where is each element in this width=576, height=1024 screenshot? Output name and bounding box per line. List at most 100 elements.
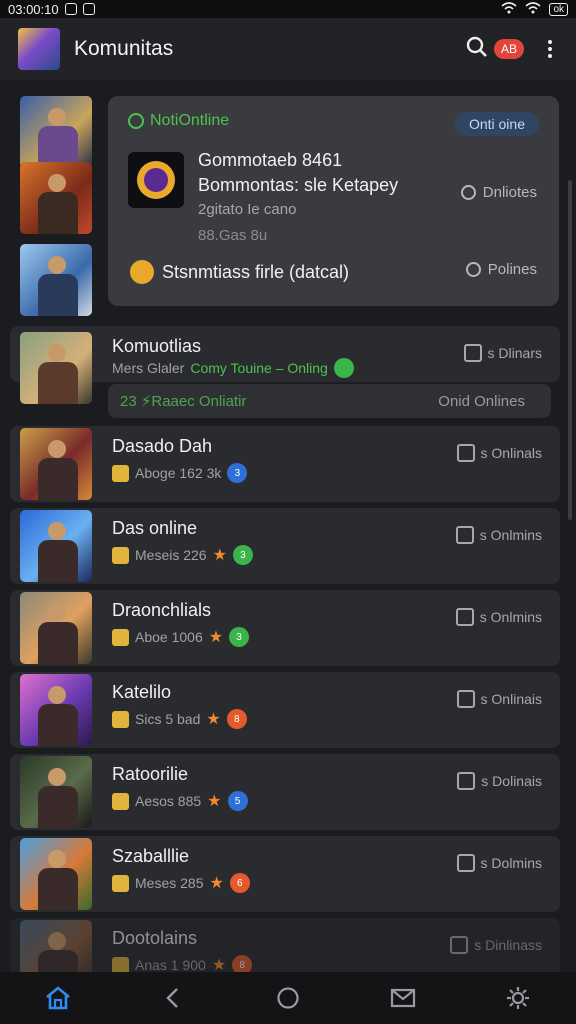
community-name: Draonchlials — [112, 600, 212, 620]
status-time: 03:00:10 — [8, 1, 59, 17]
checkbox-icon[interactable] — [450, 936, 469, 954]
community-meta: Mers Glaler Comy Touine – Onling — [112, 358, 354, 378]
star-icon: ★ — [207, 793, 222, 810]
list-item[interactable]: Katelilo Sics 5 bad ★ 8 s Onlinais — [10, 672, 560, 748]
list-item[interactable]: Komuotlias Mers Glaler Comy Touine – Onl… — [10, 326, 560, 382]
page-title: Komunitas — [74, 37, 174, 60]
tag-icon — [112, 628, 129, 646]
app-bar: Komunitas AB — [0, 18, 576, 80]
game-thumbnail[interactable] — [20, 96, 92, 168]
game-thumbnail[interactable] — [20, 838, 92, 910]
checkbox-icon[interactable] — [456, 854, 475, 872]
bottom-navigation — [0, 972, 576, 1024]
featured-polines: Polines — [465, 261, 537, 278]
community-list: NotiOntline Onti oine Gommotaeb 8461 Bom… — [0, 80, 576, 972]
community-name: Komuotlias — [112, 336, 202, 356]
online-ring-icon — [128, 113, 144, 129]
game-thumbnail[interactable] — [20, 674, 92, 746]
game-thumbnail[interactable] — [20, 428, 92, 500]
home-icon[interactable] — [38, 978, 78, 1018]
back-icon[interactable] — [153, 978, 193, 1018]
community-meta: Meseis 226 ★ 3 — [112, 545, 253, 565]
status-bar: 03:00:10 ok — [0, 0, 576, 18]
status-badge: 3 — [232, 545, 253, 565]
featured-community-card[interactable]: NotiOntline Onti oine Gommotaeb 8461 Bom… — [108, 96, 559, 306]
clock-icon — [460, 185, 476, 200]
home-circle-icon[interactable] — [268, 978, 308, 1018]
featured-subtitle: Bommontas: sle Ketapey — [198, 175, 399, 195]
tag-icon — [112, 874, 129, 892]
online-status: NotiOntline — [128, 112, 229, 130]
status-badge: 8 — [232, 955, 253, 972]
community-meta: Sics 5 bad ★ 8 — [112, 709, 247, 729]
sub-status-bar[interactable]: 23 ⚡Raaec Onliatir Onid Onlines — [108, 384, 551, 418]
tag-icon — [112, 546, 129, 564]
coin-icon — [130, 260, 154, 284]
game-thumbnail[interactable] — [20, 756, 92, 828]
list-item[interactable]: Szaballlie Meses 285 ★ 6 s Dolmins — [10, 836, 560, 912]
star-icon: ★ — [209, 875, 224, 892]
wifi-icon-2 — [525, 1, 541, 17]
star-icon: ★ — [208, 629, 224, 646]
game-thumbnail[interactable] — [20, 332, 92, 404]
game-thumbnail[interactable] — [20, 244, 92, 316]
inbox-icon[interactable] — [383, 978, 423, 1018]
checkbox-icon[interactable] — [457, 772, 476, 790]
community-meta: Aboge 162 3k 3 — [112, 463, 248, 483]
checkbox-icon[interactable] — [455, 526, 474, 544]
game-thumbnail[interactable] — [20, 510, 92, 582]
community-name: Dootolains — [112, 928, 198, 948]
community-name: Szaballlie — [112, 846, 190, 866]
tag-icon — [112, 792, 129, 810]
status-badge: 3 — [227, 463, 248, 483]
checkbox-icon[interactable] — [456, 444, 475, 462]
tag-icon — [112, 956, 129, 972]
clock-icon — [465, 262, 481, 277]
featured-online-count: Dnliotes — [460, 184, 537, 201]
battery-icon: ok — [549, 2, 568, 16]
tag-icon — [112, 464, 129, 482]
status-badge: 5 — [227, 791, 248, 811]
community-name: Dasado Dah — [112, 436, 213, 456]
app-status-icon — [82, 3, 95, 15]
search-icon[interactable] — [466, 36, 488, 63]
status-badge: 3 — [229, 627, 250, 647]
checkbox-icon[interactable] — [463, 344, 482, 362]
game-thumbnail[interactable] — [20, 592, 92, 664]
star-icon: ★ — [211, 957, 227, 972]
community-meta: Anas 1 900 ★ 8 — [112, 955, 253, 972]
game-thumbnail[interactable] — [20, 920, 92, 972]
online-count: s Dlinars — [463, 344, 542, 362]
online-pill[interactable]: Onti oine — [454, 112, 539, 136]
list-item[interactable]: Dootolains Anas 1 900 ★ 8 s Dinlinass — [10, 918, 560, 972]
community-meta: Meses 285 ★ 6 — [112, 873, 250, 893]
community-meta: Aesos 885 ★ 5 — [112, 791, 248, 811]
featured-footer: Stsnmtiass firle (datcal) — [130, 260, 349, 284]
list-item[interactable]: Das online Meseis 226 ★ 3 s Onlmins — [10, 508, 560, 584]
more-menu-icon[interactable] — [542, 40, 558, 58]
game-thumbnail[interactable] — [20, 162, 92, 234]
list-item[interactable]: Dasado Dah Aboge 162 3k 3 s Onlinals — [10, 426, 560, 502]
list-item[interactable]: Draonchlials Aboe 1006 ★ 3 s Onlmins — [10, 590, 560, 666]
online-count: s Dolinais — [457, 772, 542, 790]
list-item[interactable]: Ratoorilie Aesos 885 ★ 5 s Dolinais — [10, 754, 560, 830]
online-count: s Dolmins — [456, 854, 542, 872]
checkbox-icon[interactable] — [456, 690, 475, 708]
status-badge: 6 — [229, 873, 250, 893]
community-meta: Aboe 1006 ★ 3 — [112, 627, 250, 647]
online-count: s Onlmins — [455, 608, 542, 626]
online-dot-icon — [333, 358, 354, 378]
online-count: s Onlmins — [455, 526, 542, 544]
online-count: s Onlinals — [456, 444, 542, 462]
notification-badge[interactable]: AB — [493, 39, 524, 59]
community-icon — [128, 152, 184, 208]
featured-meta: 88.Gas 8u — [198, 227, 268, 244]
checkbox-icon[interactable] — [455, 608, 474, 626]
app-logo — [18, 28, 60, 70]
notification-icon — [64, 3, 77, 15]
featured-title: Gommotaeb 8461 — [198, 150, 343, 170]
scrollbar[interactable] — [568, 180, 572, 520]
star-icon: ★ — [206, 711, 221, 728]
status-badge: 8 — [226, 709, 247, 729]
settings-icon[interactable] — [498, 978, 538, 1018]
